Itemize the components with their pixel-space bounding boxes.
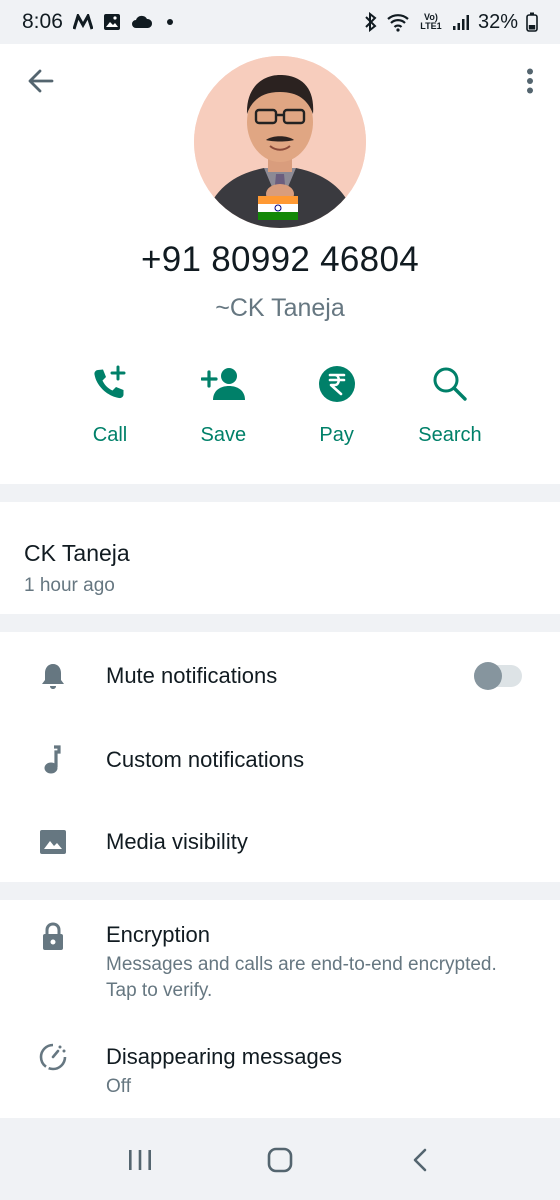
search-label: Search <box>418 424 482 446</box>
media-visibility-label: Media visibility <box>106 829 248 854</box>
dot-icon <box>166 19 173 25</box>
about-name: CK Taneja <box>24 540 130 566</box>
rupee-icon <box>318 362 356 406</box>
status-right: Vo) LTE1 32% <box>364 11 538 34</box>
image-icon <box>38 827 68 857</box>
network-label: Vo) LTE1 <box>420 12 442 31</box>
disappearing-messages-title: Disappearing messages <box>106 1044 343 1069</box>
more-vertical-icon <box>527 68 533 94</box>
disappearing-messages-value: Off <box>106 1076 131 1097</box>
disappearing-messages-row[interactable]: Disappearing messages Off <box>0 1028 560 1108</box>
cloud-icon <box>131 14 153 30</box>
save-button[interactable]: Save <box>168 362 278 462</box>
mute-toggle-knob <box>474 662 502 690</box>
search-button[interactable]: Search <box>395 362 505 462</box>
more-options-button[interactable] <box>518 64 542 98</box>
mute-notifications-label: Mute notifications <box>106 663 278 688</box>
recent-apps-button[interactable] <box>110 1130 170 1190</box>
wifi-icon <box>386 12 410 32</box>
encryption-title: Encryption <box>106 922 210 947</box>
contact-phone-number: +91 80992 46804 <box>141 240 419 279</box>
encryption-row[interactable]: Encryption Messages and calls are end-to… <box>0 900 560 1020</box>
lock-icon <box>38 922 68 952</box>
m-logo-icon <box>72 14 93 30</box>
encryption-subtitle: Messages and calls are end-to-end encryp… <box>106 954 497 1001</box>
recent-apps-icon <box>129 1150 151 1170</box>
status-time: 8:06 <box>22 10 63 33</box>
search-icon <box>431 362 469 406</box>
save-label: Save <box>200 424 247 446</box>
back-nav-button[interactable] <box>390 1130 450 1190</box>
pay-button[interactable]: Pay <box>282 362 392 462</box>
contact-header: +91 80992 46804 ~CK Taneja Call Save Pay… <box>0 44 560 484</box>
call-button[interactable]: Call <box>55 362 165 462</box>
contact-push-name: ~CK Taneja <box>215 294 345 322</box>
notification-settings: Mute notifications Custom notifications … <box>0 632 560 882</box>
add-call-icon <box>90 362 130 406</box>
about-time: 1 hour ago <box>24 575 115 596</box>
home-button[interactable] <box>250 1130 310 1190</box>
system-nav-bar <box>0 1120 560 1200</box>
bell-icon <box>38 661 68 691</box>
custom-notifications-row[interactable]: Custom notifications <box>0 730 560 790</box>
avatar[interactable] <box>194 56 366 228</box>
home-icon <box>267 1147 293 1173</box>
media-visibility-row[interactable]: Media visibility <box>0 812 560 872</box>
mute-toggle[interactable] <box>474 662 522 690</box>
timer-icon <box>38 1042 68 1072</box>
mute-notifications-row[interactable]: Mute notifications <box>0 646 560 706</box>
about-section[interactable]: CK Taneja 1 hour ago <box>0 502 560 614</box>
battery-percent: 32% <box>477 10 518 33</box>
music-note-icon <box>38 745 68 775</box>
back-nav-icon <box>413 1148 427 1172</box>
battery-icon <box>526 12 538 32</box>
custom-notifications-label: Custom notifications <box>106 747 305 772</box>
privacy-section: Encryption Messages and calls are end-to… <box>0 900 560 1118</box>
gallery-icon <box>103 13 121 31</box>
call-label: Call <box>92 424 128 446</box>
add-contact-icon <box>201 362 246 406</box>
back-button[interactable] <box>24 64 58 98</box>
arrow-left-icon <box>28 69 54 93</box>
pay-label: Pay <box>319 424 354 446</box>
status-bar: 8:06 Vo) LTE1 32% <box>0 0 560 44</box>
profile-photo <box>194 56 366 228</box>
bluetooth-icon <box>364 12 378 32</box>
status-left: 8:06 <box>22 10 173 34</box>
action-buttons: Call Save Pay Search <box>55 362 505 462</box>
signal-icon <box>452 13 470 31</box>
